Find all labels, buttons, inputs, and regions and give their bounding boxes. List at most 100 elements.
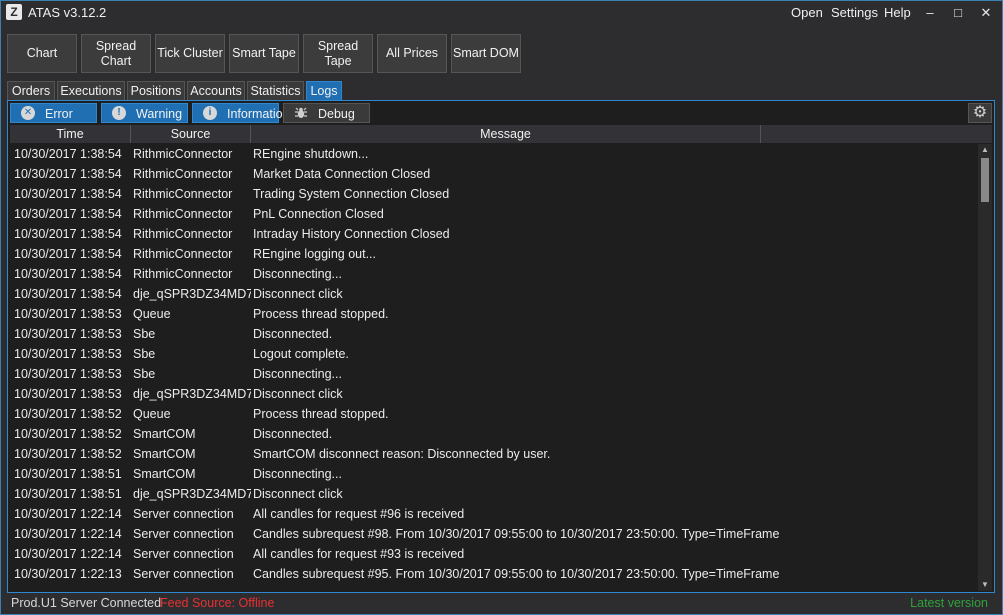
source-cell: Sbe: [133, 347, 156, 361]
column-header-source[interactable]: Source: [131, 125, 251, 143]
source-cell: RithmicConnector: [133, 167, 233, 181]
maximize-button[interactable]: □: [947, 3, 969, 23]
feed-status: Feed Source: Offline: [160, 596, 275, 610]
menu-open[interactable]: Open: [791, 5, 823, 20]
minimize-button[interactable]: –: [919, 3, 941, 23]
message-cell: All candles for request #93 is received: [253, 547, 465, 561]
menu-settings[interactable]: Settings: [831, 5, 878, 20]
error-filter-label: Error: [45, 107, 73, 121]
message-cell: REngine logging out...: [253, 247, 377, 261]
message-cell: Process thread stopped.: [253, 407, 389, 421]
message-cell: Disconnect click: [253, 387, 343, 401]
tab-statistics[interactable]: Statistics: [247, 81, 304, 100]
source-cell: SmartCOM: [133, 427, 196, 441]
tab-logs[interactable]: Logs: [306, 81, 342, 100]
table-row[interactable]: 10/30/2017 1:22:14 I Server connection All…: [10, 504, 978, 524]
menu-help[interactable]: Help: [884, 5, 911, 20]
tab-positions[interactable]: Positions: [127, 81, 185, 100]
table-row[interactable]: 10/30/2017 1:38:51 I dje_qSPR3DZ34MD7 Disc…: [10, 484, 978, 504]
time-cell: 10/30/2017 1:38:54 I: [14, 187, 126, 201]
spread-chart-button[interactable]: Spread Chart: [81, 34, 151, 73]
source-cell: RithmicConnector: [133, 187, 233, 201]
app-title: ATAS v3.12.2: [28, 5, 107, 20]
table-row[interactable]: 10/30/2017 1:22:13 I Server connection Can…: [10, 564, 978, 584]
table-row[interactable]: 10/30/2017 1:38:52 I SmartCOM SmartCOM dis…: [10, 444, 978, 464]
debug-filter-button[interactable]: Debug: [283, 103, 370, 123]
message-cell: Logout complete.: [253, 347, 349, 361]
time-cell: 10/30/2017 1:38:54 I: [14, 227, 126, 241]
table-row[interactable]: 10/30/2017 1:38:54 I RithmicConnector REng…: [10, 244, 978, 264]
tab-executions[interactable]: Executions: [57, 81, 125, 100]
tab-accounts[interactable]: Accounts: [187, 81, 245, 100]
vertical-scrollbar[interactable]: ▲ ▼: [978, 144, 992, 591]
tab-orders[interactable]: Orders: [7, 81, 55, 100]
smart-tape-button[interactable]: Smart Tape: [229, 34, 299, 73]
table-row[interactable]: 10/30/2017 1:38:53 I dje_qSPR3DZ34MD7 Disc…: [10, 384, 978, 404]
information-filter-button[interactable]: i Information: [192, 103, 290, 123]
status-bar: Prod.U1 Server Connected Feed Source: Of…: [1, 593, 1002, 614]
table-row[interactable]: 10/30/2017 1:38:54 I RithmicConnector PnL …: [10, 204, 978, 224]
table-row[interactable]: 10/30/2017 1:38:52 I SmartCOM Disconnected…: [10, 424, 978, 444]
scroll-up-icon[interactable]: ▲: [978, 144, 992, 156]
message-cell: Trading System Connection Closed: [253, 187, 450, 201]
server-status: Prod.U1 Server Connected: [11, 596, 162, 610]
log-rows: 10/30/2017 1:38:54 I RithmicConnector REng…: [10, 144, 978, 591]
message-cell: SmartCOM disconnect reason: Disconnected…: [253, 447, 551, 461]
time-cell: 10/30/2017 1:38:54 I: [14, 247, 126, 261]
time-cell: 10/30/2017 1:38:51 I: [14, 467, 126, 481]
warning-filter-button[interactable]: ! Warning: [101, 103, 188, 123]
table-row[interactable]: 10/30/2017 1:38:54 I RithmicConnector REng…: [10, 144, 978, 164]
time-cell: 10/30/2017 1:22:14 I: [14, 527, 126, 541]
time-cell: 10/30/2017 1:38:51 I: [14, 487, 126, 501]
close-button[interactable]: ✕: [975, 3, 997, 23]
message-cell: Intraday History Connection Closed: [253, 227, 450, 241]
time-cell: 10/30/2017 1:38:53 I: [14, 327, 126, 341]
message-cell: Disconnected.: [253, 427, 333, 441]
column-header-time[interactable]: Time: [10, 125, 131, 143]
smart-dom-button[interactable]: Smart DOM: [451, 34, 521, 73]
settings-gear-icon[interactable]: ⚙: [968, 103, 992, 123]
table-row[interactable]: 10/30/2017 1:38:54 I dje_qSPR3DZ34MD7 Disc…: [10, 284, 978, 304]
table-row[interactable]: 10/30/2017 1:38:54 I RithmicConnector Trad…: [10, 184, 978, 204]
source-cell: Queue: [133, 407, 171, 421]
time-cell: 10/30/2017 1:38:53 I: [14, 387, 126, 401]
time-cell: 10/30/2017 1:38:54 I: [14, 267, 126, 281]
message-cell: REngine shutdown...: [253, 147, 369, 161]
source-cell: Sbe: [133, 367, 156, 381]
tick-cluster-button[interactable]: Tick Cluster: [155, 34, 225, 73]
table-row[interactable]: 10/30/2017 1:38:53 I Sbe Disconnected.: [10, 324, 978, 344]
spread-tape-button[interactable]: Spread Tape: [303, 34, 373, 73]
time-cell: 10/30/2017 1:38:52 I: [14, 407, 126, 421]
table-row[interactable]: 10/30/2017 1:38:52 I Queue Process thread …: [10, 404, 978, 424]
time-cell: 10/30/2017 1:38:54 I: [14, 287, 126, 301]
message-cell: Disconnect click: [253, 487, 343, 501]
message-cell: Disconnecting...: [253, 367, 342, 381]
message-cell: Candles subrequest #95. From 10/30/2017 …: [253, 567, 780, 581]
source-cell: SmartCOM: [133, 447, 196, 461]
all-prices-button[interactable]: All Prices: [377, 34, 447, 73]
source-cell: Queue: [133, 307, 171, 321]
table-row[interactable]: 10/30/2017 1:22:14 I Server connection All…: [10, 544, 978, 564]
table-row[interactable]: 10/30/2017 1:22:14 I Server connection Can…: [10, 524, 978, 544]
table-row[interactable]: 10/30/2017 1:38:54 I RithmicConnector Intr…: [10, 224, 978, 244]
chart-button[interactable]: Chart: [7, 34, 77, 73]
source-cell: SmartCOM: [133, 467, 196, 481]
table-row[interactable]: 10/30/2017 1:38:54 I RithmicConnector Disc…: [10, 264, 978, 284]
message-cell: Process thread stopped.: [253, 307, 389, 321]
scroll-down-icon[interactable]: ▼: [978, 579, 992, 591]
time-cell: 10/30/2017 1:22:13 I: [14, 567, 126, 581]
scrollbar-thumb[interactable]: [981, 158, 989, 202]
source-cell: RithmicConnector: [133, 247, 233, 261]
error-filter-button[interactable]: ✕ Error: [10, 103, 97, 123]
table-row[interactable]: 10/30/2017 1:38:54 I RithmicConnector Mark…: [10, 164, 978, 184]
table-row[interactable]: 10/30/2017 1:38:51 I SmartCOM Disconnectin…: [10, 464, 978, 484]
source-cell: RithmicConnector: [133, 147, 233, 161]
table-row[interactable]: 10/30/2017 1:38:53 I Sbe Logout complete.: [10, 344, 978, 364]
table-row[interactable]: 10/30/2017 1:38:53 I Sbe Disconnecting...: [10, 364, 978, 384]
message-cell: Candles subrequest #98. From 10/30/2017 …: [253, 527, 780, 541]
table-row[interactable]: 10/30/2017 1:38:53 I Queue Process thread …: [10, 304, 978, 324]
time-cell: 10/30/2017 1:38:54 I: [14, 167, 126, 181]
column-header-message[interactable]: Message: [251, 125, 761, 143]
version-status[interactable]: Latest version: [910, 596, 988, 610]
title-bar[interactable]: Z ATAS v3.12.2 Open Settings Help – □ ✕: [1, 1, 1002, 25]
